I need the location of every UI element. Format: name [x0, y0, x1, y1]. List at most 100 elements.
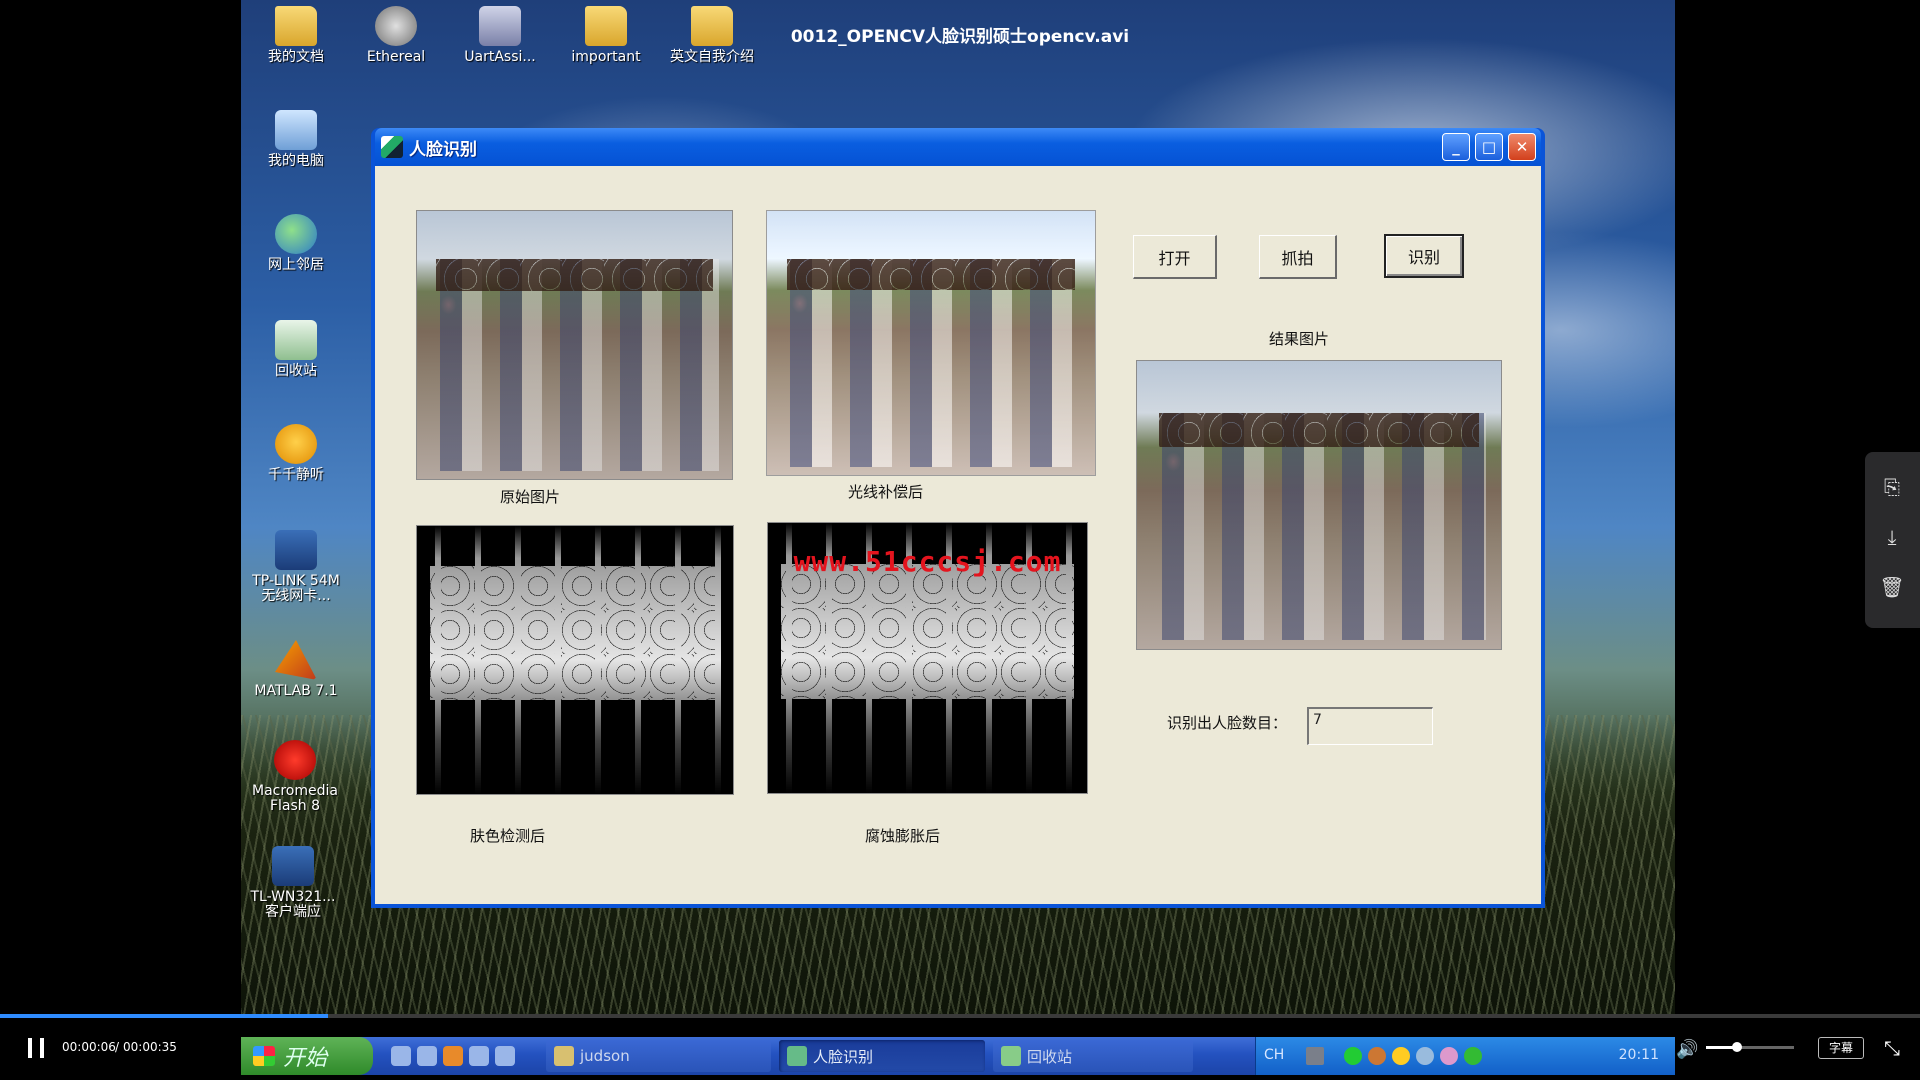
faces — [435, 259, 714, 292]
window-title: 人脸识别 — [409, 139, 477, 160]
morphology-image: www.51cccsj.com — [767, 522, 1088, 794]
desktop-icon-label: Ethereal — [366, 49, 426, 65]
quicklaunch-app-icon[interactable] — [417, 1046, 437, 1066]
desktop-icon-label: TL-WN321... 客户端应 — [250, 889, 336, 920]
app-icon — [381, 136, 403, 158]
quicklaunch-ie-icon[interactable] — [391, 1046, 411, 1066]
flash-icon — [274, 740, 316, 780]
desktop-icon-label: Macromedia Flash 8 — [252, 783, 338, 814]
close-button[interactable]: ✕ — [1508, 133, 1536, 161]
caption-eroded-dilated: 腐蚀膨胀后 — [865, 827, 941, 845]
system-tray: CH 20:11 — [1255, 1037, 1675, 1075]
task-recycle-bin[interactable]: 回收站 — [993, 1040, 1193, 1072]
matlab-icon — [275, 640, 317, 680]
network-icon — [275, 214, 317, 254]
desktop-icon-flash[interactable]: Macromedia Flash 8 — [245, 740, 345, 814]
subtitle-button[interactable]: 字幕 — [1818, 1037, 1864, 1059]
desktop-icon-network[interactable]: 网上邻居 — [251, 214, 341, 273]
tray-network-icon[interactable] — [1416, 1047, 1434, 1065]
time-separator: / — [115, 1040, 120, 1054]
dialog-client-area: 原始图片 光线补偿后 肤色检测后 www.51cccsj.com 腐蚀膨胀后 打 — [375, 166, 1541, 904]
window-title-bar[interactable]: 人脸识别 _ □ ✕ — [375, 128, 1541, 166]
minimize-button[interactable]: _ — [1442, 133, 1470, 161]
clock: 20:11 — [1618, 1047, 1659, 1063]
tray-shield-icon[interactable] — [1392, 1047, 1410, 1065]
desktop-icon-label: important — [571, 49, 641, 65]
current-time: 00:00:06 — [62, 1040, 116, 1054]
face-recognition-window: 人脸识别 _ □ ✕ 原始图片 光线补偿后 肤色检测后 www.51cccsj.… — [371, 128, 1545, 908]
start-button[interactable]: 开始 — [241, 1037, 373, 1075]
pause-icon[interactable] — [28, 1038, 50, 1060]
caption-skin-detected: 肤色检测后 — [470, 827, 546, 845]
open-button[interactable]: 打开 — [1133, 235, 1217, 279]
desktop-icon-recycle-bin[interactable]: 回收站 — [251, 320, 341, 379]
desktop-icon-label: 千千静听 — [268, 467, 324, 483]
face-count-label: 识别出人脸数目： — [1167, 714, 1288, 732]
keyboard-icon[interactable] — [1306, 1047, 1324, 1065]
windows-flag-icon — [253, 1046, 275, 1066]
volume-icon[interactable]: 🔊 — [1676, 1039, 1698, 1060]
app-icon — [787, 1046, 807, 1066]
exit-fullscreen-icon[interactable]: ⤡ — [1884, 1036, 1900, 1060]
total-time: 00:00:35 — [123, 1040, 177, 1054]
tray-user-icon[interactable] — [1368, 1047, 1386, 1065]
quicklaunch-explorer-icon[interactable] — [469, 1046, 489, 1066]
volume-slider[interactable] — [1706, 1042, 1794, 1052]
task-face-recognition[interactable]: 人脸识别 — [779, 1040, 985, 1072]
language-indicator[interactable]: CH — [1264, 1047, 1284, 1063]
original-image — [416, 210, 733, 480]
desktop-icon-label: 我的电脑 — [268, 153, 324, 169]
volume-knob[interactable] — [1731, 1042, 1742, 1052]
dark-mask — [417, 526, 733, 794]
caption-result: 结果图片 — [1269, 330, 1330, 348]
taskbar: 开始 judson 人脸识别 回收站 CH 20:11 — [241, 1037, 1675, 1075]
task-label: judson — [580, 1047, 630, 1065]
quicklaunch-firefox-icon[interactable] — [443, 1046, 463, 1066]
folder-icon — [554, 1046, 574, 1066]
faces — [1158, 412, 1480, 448]
desktop-icon-ttplayer[interactable]: 千千静听 — [251, 424, 341, 483]
tray-audio-icon[interactable] — [1440, 1047, 1458, 1065]
light-compensated-image — [766, 210, 1096, 476]
quicklaunch-desktop-icon[interactable] — [495, 1046, 515, 1066]
desktop-icon-label: 网上邻居 — [268, 257, 324, 273]
face-count-field[interactable]: 7 — [1307, 707, 1433, 745]
desktop-icon-label: TP-LINK 54M 无线网卡... — [252, 573, 340, 604]
desktop-icon-tl-wn321[interactable]: TL-WN321... 客户端应 — [243, 846, 343, 920]
watermark-text: www.51cccsj.com — [793, 545, 1062, 578]
result-image — [1136, 360, 1502, 650]
share-icon[interactable]: ⎘ — [1879, 474, 1905, 500]
desktop-icon-label: UartAssi... — [464, 49, 536, 65]
task-judson[interactable]: judson — [546, 1040, 771, 1072]
progress-bar[interactable] — [0, 1014, 1920, 1018]
player-icon — [275, 424, 317, 464]
task-label: 人脸识别 — [813, 1047, 874, 1066]
video-frame: 我的文档 Ethereal UartAssi... important 英文自我… — [241, 0, 1675, 1015]
caption-original: 原始图片 — [500, 488, 561, 506]
computer-icon — [275, 110, 317, 150]
desktop-icon-label: 英文自我介绍 — [670, 49, 754, 65]
recognize-button[interactable]: 识别 — [1384, 234, 1464, 278]
desktop-icon-matlab[interactable]: MATLAB 7.1 — [247, 640, 345, 699]
faces — [786, 258, 1076, 291]
start-label: 开始 — [283, 1046, 328, 1071]
desktop-icon-label: 我的文档 — [268, 49, 324, 65]
recycle-bin-icon — [275, 320, 317, 360]
capture-button[interactable]: 抓拍 — [1259, 235, 1337, 279]
tray-security-icon[interactable] — [1464, 1047, 1482, 1065]
desktop-icon-label: 回收站 — [275, 363, 317, 379]
task-label: 回收站 — [1027, 1047, 1073, 1066]
recycle-bin-icon — [1001, 1046, 1021, 1066]
delete-icon[interactable]: 🗑 — [1879, 574, 1905, 600]
tplink-icon — [272, 846, 314, 886]
desktop-icon-tplink[interactable]: TP-LINK 54M 无线网卡... — [243, 530, 349, 604]
download-icon[interactable]: ⤓ — [1879, 524, 1905, 550]
side-action-panel: ⎘ ⤓ 🗑 — [1865, 452, 1920, 628]
caption-light-compensated: 光线补偿后 — [848, 483, 924, 501]
tray-app-icon[interactable] — [1344, 1047, 1362, 1065]
tplink-icon — [275, 530, 317, 570]
progress-fill — [0, 1014, 329, 1018]
maximize-button[interactable]: □ — [1475, 133, 1503, 161]
desktop-icon-my-computer[interactable]: 我的电脑 — [251, 110, 341, 169]
video-title: 0012_OPENCV人脸识别硕士opencv.avi — [790, 27, 1130, 47]
